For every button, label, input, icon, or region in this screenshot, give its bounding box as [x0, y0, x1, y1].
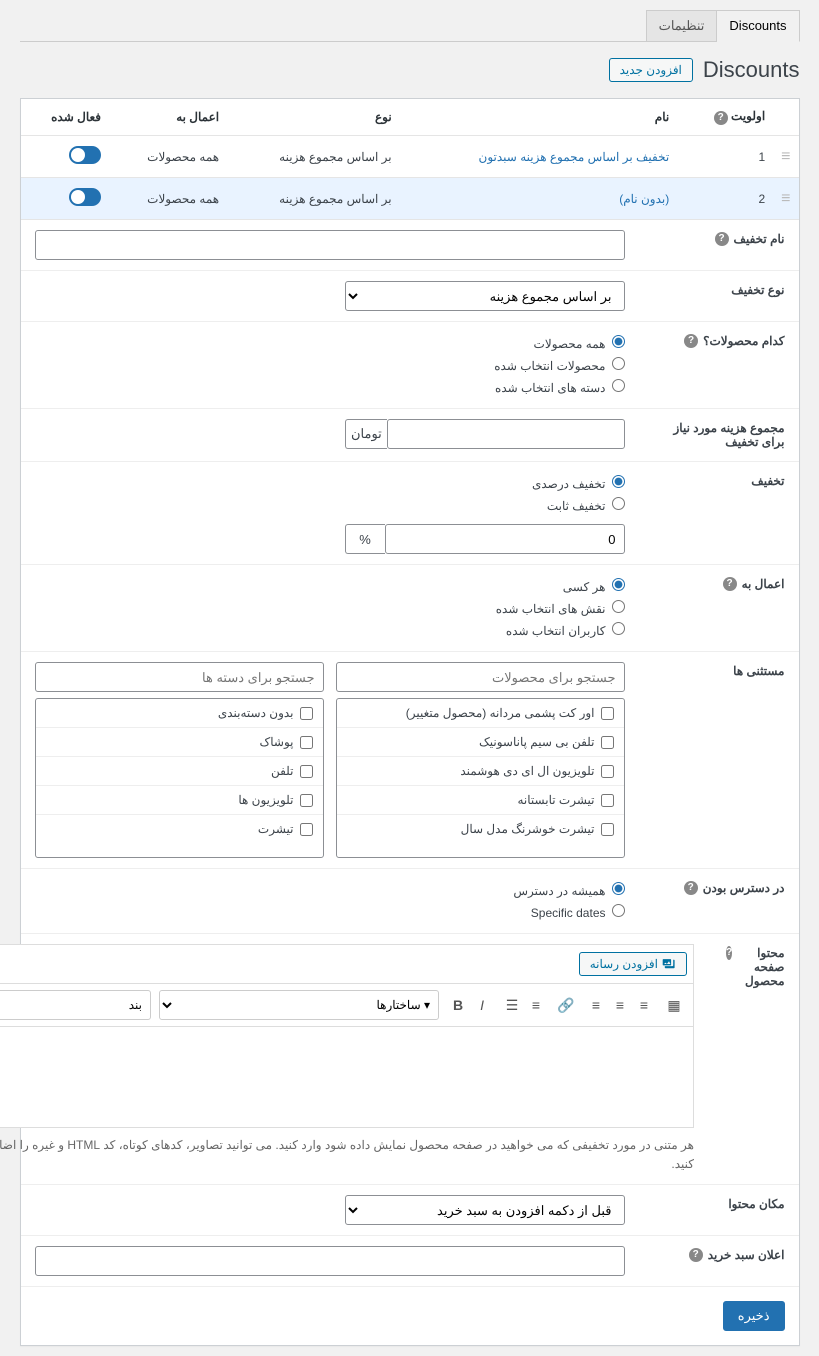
label-which-products: کدام محصولات؟ [703, 334, 784, 348]
enabled-toggle[interactable] [69, 146, 101, 164]
radio-fixed[interactable]: تخفیف ثابت [35, 494, 625, 516]
radio-everyone[interactable]: هر کسی [35, 575, 625, 597]
label-availability: در دسترس بودن [703, 881, 785, 895]
radio-selected-products[interactable]: محصولات انتخاب شده [35, 354, 625, 376]
label-content-location: مکان محتوا [639, 1185, 799, 1235]
label-discount-type: نوع تخفیف [639, 271, 799, 321]
label-cart-notice: اعلان سبد خرید [708, 1248, 785, 1262]
bold-icon[interactable]: B [447, 994, 469, 1016]
align-left-icon[interactable]: ≡ [633, 994, 655, 1016]
list-item[interactable]: تیشرت [36, 815, 323, 843]
label-exclusions: مستثنی ها [639, 652, 799, 868]
label-content: محتوا صفحه محصول [737, 946, 784, 988]
tab-settings[interactable]: تنظیمات [646, 10, 718, 42]
label-applies-to: اعمال به [742, 577, 785, 591]
bullet-list-icon[interactable]: ☰ [501, 994, 523, 1016]
tab-discounts[interactable]: Discounts [716, 10, 799, 42]
drag-icon[interactable] [781, 150, 790, 164]
list-item[interactable]: تیشرت خوشرنگ مدل سال [337, 815, 624, 843]
list-item[interactable]: تلفن [36, 757, 323, 786]
content-editor: افزودن رسانه دیداری متن بند ▾ ساختارها B… [0, 944, 694, 1128]
add-media-button[interactable]: افزودن رسانه [579, 952, 687, 976]
table-row[interactable]: 1 تخفیف بر اساس مجموع هزینه سبدتون بر اس… [21, 136, 799, 178]
nav-tabs: Discounts تنظیمات [20, 10, 800, 42]
label-discount-name: نام تخفیف [734, 232, 785, 246]
discount-link[interactable]: تخفیف بر اساس مجموع هزینه سبدتون [479, 150, 670, 164]
page-title: Discounts [703, 57, 800, 83]
cart-notice-input[interactable] [35, 1246, 625, 1276]
link-icon[interactable]: 🔗 [555, 994, 577, 1016]
align-center-icon[interactable]: ≡ [609, 994, 631, 1016]
discounts-table: اولویت ? نام نوع اعمال به فعال شده 1 تخف… [21, 99, 799, 220]
discount-name-input[interactable] [35, 230, 625, 260]
align-right-icon[interactable]: ≡ [585, 994, 607, 1016]
list-item[interactable]: تلویزیون ها [36, 786, 323, 815]
list-item[interactable]: اور کت پشمی مردانه (محصول متغییر) [337, 699, 624, 728]
paragraph-select[interactable]: بند [0, 990, 151, 1020]
number-list-icon[interactable]: ≡ [525, 994, 547, 1016]
discount-link[interactable]: (بدون نام) [619, 192, 669, 206]
th-type: نوع [227, 99, 400, 136]
help-icon[interactable]: ? [715, 232, 729, 246]
search-categories-input[interactable] [35, 662, 324, 692]
radio-users[interactable]: کاربران انتخاب شده [35, 619, 625, 641]
radio-always[interactable]: همیشه در دسترس [35, 879, 625, 901]
categories-listbox[interactable]: بدون دسته‌بندی پوشاک تلفن تلویزیون ها تی… [35, 698, 324, 858]
help-icon[interactable]: ? [723, 577, 737, 591]
search-products-input[interactable] [336, 662, 625, 692]
percent-label: % [345, 524, 385, 554]
italic-icon[interactable]: I [471, 994, 493, 1016]
table-row[interactable]: 2 (بدون نام) بر اساس مجموع هزینه همه محص… [21, 178, 799, 220]
radio-percent[interactable]: تخفیف درصدی [35, 472, 625, 494]
total-amount-input[interactable] [387, 419, 624, 449]
enabled-toggle[interactable] [69, 188, 101, 206]
toolbar-toggle-icon[interactable]: ▦ [663, 994, 685, 1016]
help-icon[interactable]: ? [689, 1248, 703, 1262]
add-new-button[interactable]: افزودن جدید [609, 58, 693, 82]
label-total-needed: مجموع هزینه مورد نیاز برای تخفیف [639, 409, 799, 461]
discount-type-select[interactable]: بر اساس مجموع هزینه [345, 281, 625, 311]
radio-all-products[interactable]: همه محصولات [35, 332, 625, 354]
th-applies: اعمال به [109, 99, 227, 136]
list-item[interactable]: پوشاک [36, 728, 323, 757]
editor-body[interactable] [0, 1027, 693, 1127]
list-item[interactable]: تلویزیون ال ای دی هوشمند [337, 757, 624, 786]
th-name: نام [400, 99, 678, 136]
content-help-text: هر متنی در مورد تخفیفی که می خواهید در ص… [0, 1136, 694, 1174]
help-icon[interactable]: ? [726, 946, 732, 960]
help-icon[interactable]: ? [684, 334, 698, 348]
list-item[interactable]: تیشرت تابستانه [337, 786, 624, 815]
discount-value-input[interactable] [385, 524, 625, 554]
label-discount: تخفیف [639, 462, 799, 564]
th-enabled: فعال شده [21, 99, 110, 136]
radio-roles[interactable]: نقش های انتخاب شده [35, 597, 625, 619]
products-listbox[interactable]: اور کت پشمی مردانه (محصول متغییر) تلفن ب… [336, 698, 625, 858]
structures-select[interactable]: ▾ ساختارها [159, 990, 439, 1020]
help-icon[interactable]: ? [684, 881, 698, 895]
drag-icon[interactable] [781, 192, 790, 206]
list-item[interactable]: تلفن بی سیم پاناسونیک [337, 728, 624, 757]
th-priority: اولویت ? [677, 99, 773, 136]
radio-dates[interactable]: Specific dates [35, 901, 625, 923]
content-location-select[interactable]: قبل از دکمه افزودن به سبد خرید [345, 1195, 625, 1225]
save-button[interactable]: ذخیره [723, 1301, 785, 1331]
currency-label: تومان [345, 419, 388, 449]
radio-selected-categories[interactable]: دسته های انتخاب شده [35, 376, 625, 398]
help-icon[interactable]: ? [714, 111, 728, 125]
media-icon [662, 957, 676, 971]
list-item[interactable]: بدون دسته‌بندی [36, 699, 323, 728]
